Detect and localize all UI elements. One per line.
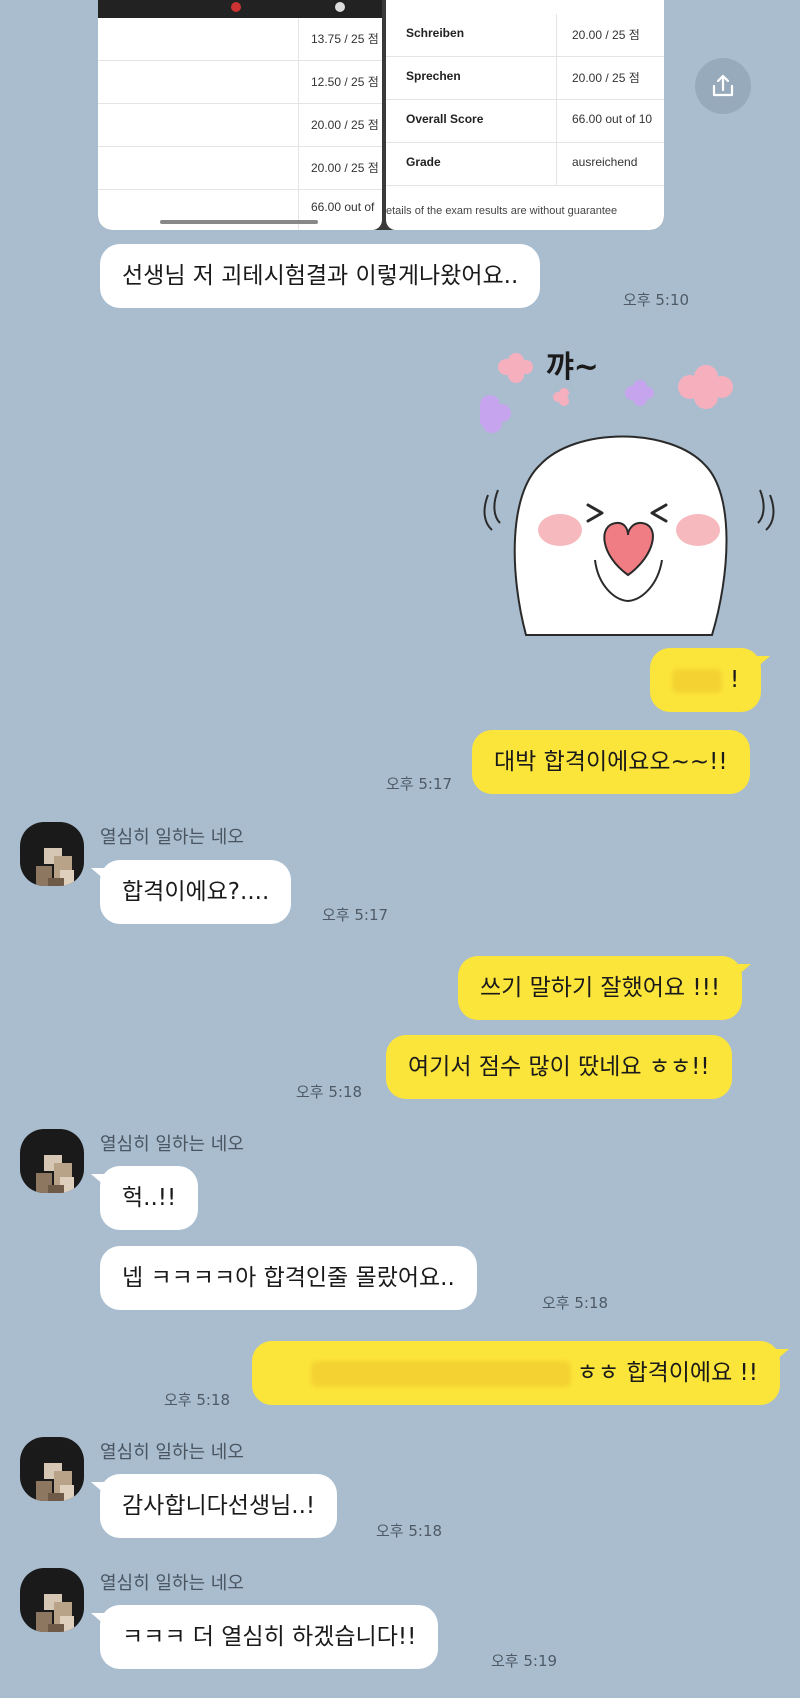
screenshot-scrollbar xyxy=(160,220,318,224)
status-dot-icon xyxy=(335,2,345,12)
score-row: Sprechen 20.00 / 25 점 xyxy=(386,57,664,100)
message-time: 오후 5:17 xyxy=(386,775,453,793)
score-row: 66.00 out of xyxy=(98,190,382,230)
message-text: 합격이에요?.... xyxy=(122,879,270,905)
sender-name: 열심히 일하는 네오 xyxy=(100,1573,244,1594)
score-row: 13.75 / 25 점 xyxy=(98,18,382,61)
message-time: 오후 5:17 xyxy=(322,906,389,924)
message-time: 오후 5:18 xyxy=(296,1083,363,1101)
message-text: ! xyxy=(730,667,740,693)
message-time: 오후 5:18 xyxy=(376,1522,443,1540)
avatar[interactable] xyxy=(20,1568,84,1632)
record-dot-icon xyxy=(231,2,241,12)
message-text: 헉..!! xyxy=(122,1185,177,1211)
sender-name: 열심히 일하는 네오 xyxy=(100,827,244,848)
outgoing-message[interactable]: ㅎㅎ 합격이에요 !! xyxy=(252,1341,789,1405)
score-label: Sprechen xyxy=(406,69,461,83)
message-text: 여기서 점수 많이 땄네요 ㅎㅎ!! xyxy=(408,1054,710,1080)
score-row: Grade ausreichend xyxy=(386,143,664,186)
incoming-message[interactable]: 선생님 저 괴테시험결과 이렇게나왔어요.. xyxy=(100,244,541,308)
score-row: 20.00 / 25 점 xyxy=(98,104,382,147)
exam-screenshot-right: Schreiben 20.00 / 25 점 Sprechen 20.00 / … xyxy=(386,0,664,230)
message-text: 선생님 저 괴테시험결과 이렇게나왔어요.. xyxy=(122,263,519,289)
message-time: 오후 5:18 xyxy=(542,1294,609,1312)
message-text: 넵 ㅋㅋㅋㅋ아 합격인줄 몰랐어요.. xyxy=(122,1265,455,1291)
score-value: 20.00 / 25 점 xyxy=(311,161,379,175)
score-value: 66.00 out of xyxy=(311,200,375,214)
incoming-message[interactable]: ㅋㅋㅋ 더 열심히 하겠습니다!! xyxy=(90,1605,439,1669)
sticker-caption: 꺄~ xyxy=(546,350,599,385)
score-label: Schreiben xyxy=(406,26,465,40)
score-value: 12.50 / 25 점 xyxy=(311,75,379,89)
avatar[interactable] xyxy=(20,1437,84,1501)
score-row: Overall Score 66.00 out of 10 xyxy=(386,100,664,143)
avatar[interactable] xyxy=(20,1129,84,1193)
outgoing-message[interactable]: ! xyxy=(650,648,771,712)
message-text: 감사합니다선생님..! xyxy=(122,1493,316,1519)
score-value: ausreichend xyxy=(572,155,638,169)
incoming-message[interactable]: 넵 ㅋㅋㅋㅋ아 합격인줄 몰랐어요.. xyxy=(100,1246,477,1310)
score-value: 20.00 / 25 점 xyxy=(311,118,379,132)
message-text: ㅋㅋㅋ 더 열심히 하겠습니다!! xyxy=(122,1624,417,1650)
blurred-text xyxy=(310,1360,571,1387)
avatar[interactable] xyxy=(20,822,84,886)
score-label: Grade xyxy=(406,155,441,169)
score-row: 12.50 / 25 점 xyxy=(98,61,382,104)
score-value: 20.00 / 25 점 xyxy=(572,71,640,85)
screenshot-header-bar xyxy=(98,0,382,18)
exam-screenshot-left: 13.75 / 25 점 12.50 / 25 점 20.00 / 25 점 2… xyxy=(98,0,382,230)
message-text: 쓰기 말하기 잘했어요 !!! xyxy=(480,975,721,1001)
exam-disclaimer: etails of the exam results are without g… xyxy=(386,205,618,217)
message-text: ㅎㅎ 합격이에요 !! xyxy=(576,1360,758,1386)
incoming-message[interactable]: 감사합니다선생님..! xyxy=(90,1474,338,1538)
share-button[interactable] xyxy=(695,58,751,114)
incoming-message[interactable]: 헉..!! xyxy=(90,1166,199,1230)
message-text: 대박 합격이에요오~~!! xyxy=(494,749,728,775)
score-label: Overall Score xyxy=(406,112,484,126)
score-value: 20.00 / 25 점 xyxy=(572,28,640,42)
blurred-text xyxy=(672,668,722,693)
score-value: 66.00 out of 10 xyxy=(572,112,653,126)
message-time: 오후 5:18 xyxy=(164,1391,231,1409)
sender-name: 열심히 일하는 네오 xyxy=(100,1134,244,1155)
score-value: 13.75 / 25 점 xyxy=(311,32,379,46)
message-time: 오후 5:10 xyxy=(623,291,690,309)
sticker-message[interactable]: 꺄~ xyxy=(468,345,780,637)
blushing-character-sticker: 꺄~ xyxy=(468,350,775,636)
outgoing-message[interactable]: 대박 합격이에요오~~!! xyxy=(472,730,750,794)
outgoing-message[interactable]: 여기서 점수 많이 땄네요 ㅎㅎ!! xyxy=(386,1035,732,1099)
outgoing-message[interactable]: 쓰기 말하기 잘했어요 !!! xyxy=(458,956,752,1020)
score-row: 20.00 / 25 점 xyxy=(98,147,382,190)
shared-exam-result-image[interactable]: 13.75 / 25 점 12.50 / 25 점 20.00 / 25 점 2… xyxy=(98,0,664,230)
incoming-message[interactable]: 합격이에요?.... xyxy=(90,860,292,924)
score-row: Schreiben 20.00 / 25 점 xyxy=(386,14,664,57)
sender-name: 열심히 일하는 네오 xyxy=(100,1442,244,1463)
message-time: 오후 5:19 xyxy=(491,1652,558,1670)
share-icon xyxy=(712,74,734,97)
